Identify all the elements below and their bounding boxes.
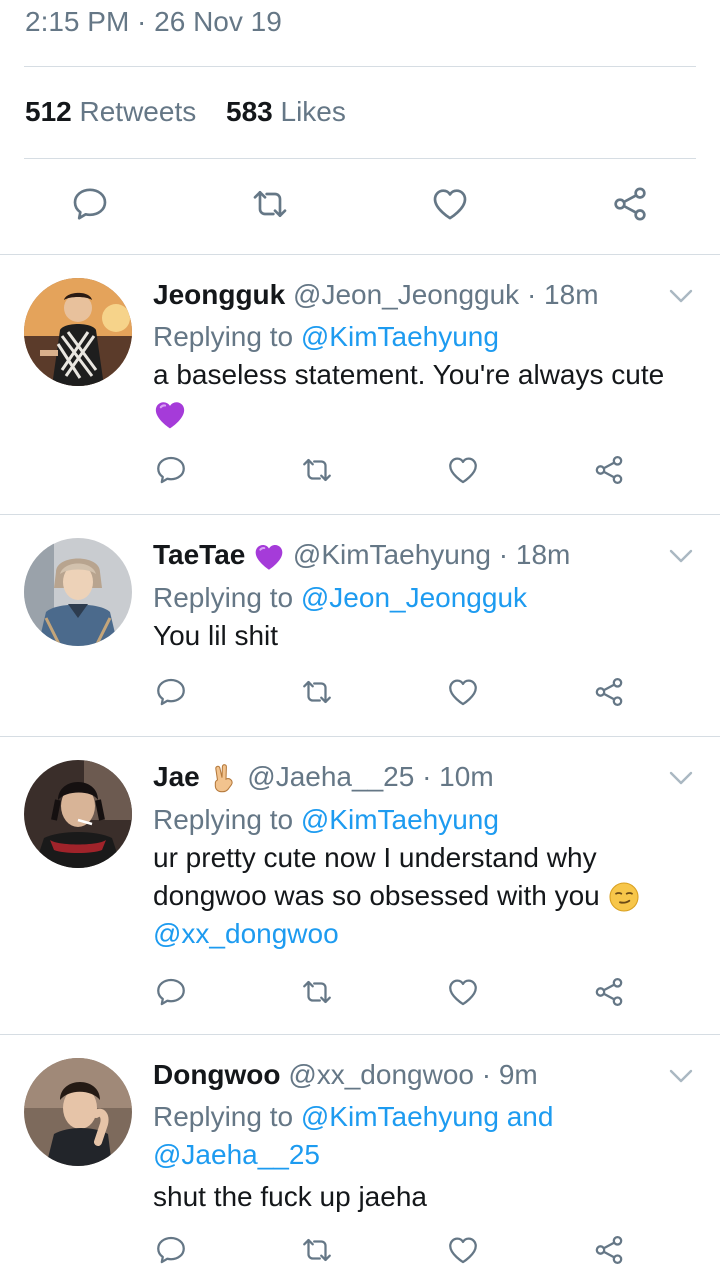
display-name[interactable]: Dongwoo xyxy=(153,1059,281,1090)
chevron-down-icon[interactable] xyxy=(668,546,694,566)
display-name[interactable]: TaeTae xyxy=(153,539,245,570)
replying-label: Replying to xyxy=(153,321,294,352)
reply-text: shut the fuck up jaeha xyxy=(153,1181,427,1212)
tweet-action-bar xyxy=(0,182,720,232)
user-handle[interactable]: @KimTaehyung xyxy=(293,539,491,570)
retweet-icon[interactable] xyxy=(299,1232,335,1268)
reply-icon[interactable] xyxy=(153,1232,189,1268)
avatar[interactable] xyxy=(24,538,132,646)
divider xyxy=(0,1034,720,1035)
reply-icon[interactable] xyxy=(153,974,189,1010)
chevron-down-icon[interactable] xyxy=(668,768,694,788)
divider xyxy=(0,736,720,737)
reply-time: · 10m xyxy=(422,761,494,792)
user-handle[interactable]: @xx_dongwoo xyxy=(288,1059,474,1090)
mention-link[interactable]: @Jeon_Jeongguk xyxy=(301,582,527,613)
divider xyxy=(0,514,720,515)
reply-time: · 18m xyxy=(526,279,599,310)
chevron-down-icon[interactable] xyxy=(668,1066,694,1086)
divider xyxy=(24,66,696,67)
reply-text: You lil shit xyxy=(153,619,279,651)
share-icon[interactable] xyxy=(591,674,627,710)
avatar[interactable] xyxy=(24,278,132,386)
reply-icon[interactable] xyxy=(153,674,189,710)
reply-icon[interactable] xyxy=(153,452,189,488)
reply-text: a baseless statement. You're always cute xyxy=(153,359,665,390)
replying-label: Replying to xyxy=(153,803,294,835)
tweet-timestamp: 2:15 PM · 26 Nov 19 xyxy=(25,6,282,37)
retweets-count[interactable]: 512 xyxy=(25,96,72,127)
mention-link[interactable]: @KimTaehyung xyxy=(301,804,499,835)
user-handle[interactable]: @Jaeha__25 xyxy=(247,761,414,792)
share-icon[interactable] xyxy=(608,182,652,226)
likes-count[interactable]: 583 xyxy=(226,96,273,127)
mention-link[interactable]: @Jaeha__25 xyxy=(153,1139,320,1170)
reply-action-bar xyxy=(153,674,633,714)
reply-action-bar xyxy=(153,974,633,1014)
tweet-stats: 512 Retweets 583 Likes xyxy=(25,96,346,128)
avatar[interactable] xyxy=(24,760,132,868)
share-icon[interactable] xyxy=(591,974,627,1010)
display-name[interactable]: Jae xyxy=(153,761,200,792)
purple-heart-icon xyxy=(153,398,187,432)
reply-action-bar xyxy=(153,1232,633,1272)
like-icon[interactable] xyxy=(445,674,481,710)
mention-link[interactable]: @xx_dongwoo xyxy=(153,918,339,949)
retweet-icon[interactable] xyxy=(299,452,335,488)
like-icon[interactable] xyxy=(428,182,472,226)
replying-label: Replying to xyxy=(153,581,294,613)
likes-label[interactable]: Likes xyxy=(281,96,346,127)
reply-text: ur pretty cute now I understand why xyxy=(153,841,597,873)
display-name[interactable]: Jeongguk xyxy=(153,279,285,310)
divider xyxy=(24,158,696,159)
mention-link[interactable]: @KimTaehyung xyxy=(301,321,499,352)
reply-time: · 18m xyxy=(498,539,571,570)
mention-link[interactable]: @KimTaehyung and xyxy=(301,1101,554,1132)
retweet-icon[interactable] xyxy=(299,974,335,1010)
user-handle[interactable]: @Jeon_Jeongguk xyxy=(293,279,519,310)
divider xyxy=(0,254,720,255)
like-icon[interactable] xyxy=(445,974,481,1010)
retweet-icon[interactable] xyxy=(248,182,292,226)
reply-time: · 9m xyxy=(481,1059,538,1090)
share-icon[interactable] xyxy=(591,1232,627,1268)
share-icon[interactable] xyxy=(591,452,627,488)
chevron-down-icon[interactable] xyxy=(668,286,694,306)
smirking-face-icon xyxy=(608,881,640,913)
avatar[interactable] xyxy=(24,1058,132,1166)
like-icon[interactable] xyxy=(445,452,481,488)
reply-action-bar xyxy=(153,452,633,492)
purple-heart-icon xyxy=(253,541,285,573)
victory-hand-icon xyxy=(208,763,240,795)
replying-label: Replying to xyxy=(153,1101,294,1132)
like-icon[interactable] xyxy=(445,1232,481,1268)
retweets-label[interactable]: Retweets xyxy=(80,96,197,127)
reply-icon[interactable] xyxy=(68,182,112,226)
reply-text: dongwoo was so obsessed with you xyxy=(153,879,600,911)
retweet-icon[interactable] xyxy=(299,674,335,710)
